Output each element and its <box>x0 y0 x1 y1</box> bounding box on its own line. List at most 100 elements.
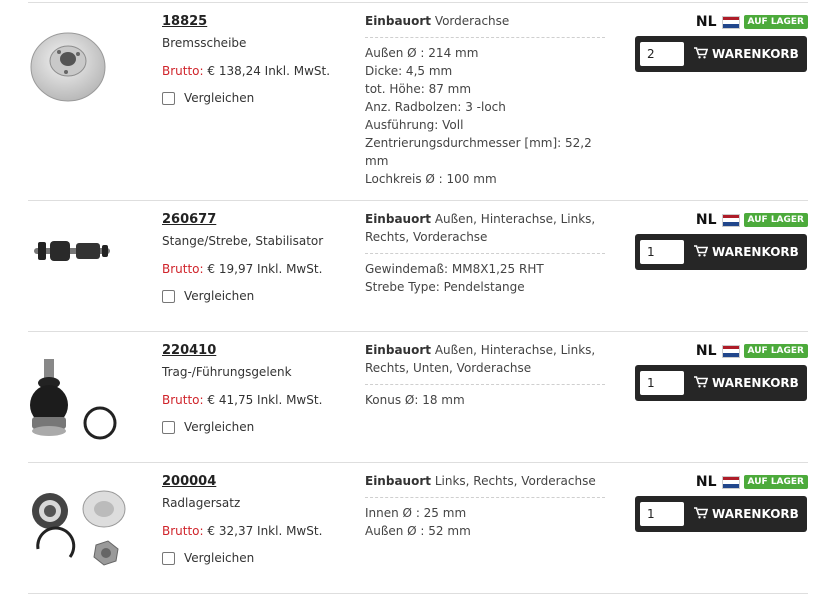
country-code: NL <box>695 343 717 359</box>
add-to-cart-button[interactable]: WARENKORB <box>694 506 799 522</box>
product-image[interactable] <box>32 233 157 277</box>
stock-badge: AUF LAGER <box>743 15 808 29</box>
product-name: Bremsscheibe <box>162 36 247 50</box>
price-value: € 41,75 Inkl. MwSt. <box>207 393 323 407</box>
spec-line: Innen Ø : 25 mm <box>365 506 467 520</box>
stock-info: NL AUF LAGER <box>634 14 808 30</box>
add-to-cart-label: WARENKORB <box>712 507 799 521</box>
stock-info: NL AUF LAGER <box>634 212 808 228</box>
installation-position-label: Einbauort <box>365 343 431 357</box>
compare-checkbox[interactable] <box>162 91 175 105</box>
stabilizer-link-icon <box>32 241 112 277</box>
product-name: Radlagersatz <box>162 496 241 510</box>
shopping-cart-icon <box>694 46 712 62</box>
installation-position-label: Einbauort <box>365 14 431 28</box>
spec-line: Dicke: 4,5 mm <box>365 64 453 78</box>
installation-position-label: Einbauort <box>365 474 431 488</box>
product-row: 220410 Trag-/Führungsgelenk Brutto: € 41… <box>28 331 808 463</box>
add-to-cart-form: WARENKORB <box>635 234 807 270</box>
spec-line: Anz. Radbolzen: 3 -loch <box>365 100 506 114</box>
price-label: Brutto: <box>162 393 204 407</box>
stock-badge: AUF LAGER <box>743 213 808 227</box>
product-name: Stange/Strebe, Stabilisator <box>162 234 324 248</box>
compare-label: Vergleichen <box>184 551 255 565</box>
shopping-cart-icon <box>694 244 712 260</box>
spec-line: Konus Ø: 18 mm <box>365 393 465 407</box>
price: Brutto: € 19,97 Inkl. MwSt. <box>162 261 352 277</box>
price: Brutto: € 138,24 Inkl. MwSt. <box>162 63 352 79</box>
stock-badge: AUF LAGER <box>743 344 808 358</box>
country-code: NL <box>695 474 717 490</box>
add-to-cart-label: WARENKORB <box>712 376 799 390</box>
compare-toggle[interactable]: Vergleichen <box>162 91 352 105</box>
spec-line: tot. Höhe: 87 mm <box>365 82 472 96</box>
divider <box>365 37 605 38</box>
price-label: Brutto: <box>162 262 204 276</box>
quantity-input[interactable] <box>640 502 684 526</box>
compare-checkbox[interactable] <box>162 289 175 303</box>
installation-position-label: Einbauort <box>365 212 431 226</box>
add-to-cart-label: WARENKORB <box>712 47 799 61</box>
spec-line: Gewindemaß: MM8X1,25 RHT <box>365 262 544 276</box>
shopping-cart-icon <box>694 375 712 391</box>
list-bottom-divider <box>28 593 808 594</box>
netherlands-flag-icon <box>721 475 740 489</box>
add-to-cart-form: WARENKORB <box>635 36 807 72</box>
installation-position: Einbauort Außen, Hinterachse, Links, Rec… <box>365 341 605 377</box>
installation-position-value: Vorderachse <box>434 14 510 28</box>
spec-line: Außen Ø : 52 mm <box>365 524 471 538</box>
product-image[interactable] <box>28 483 153 577</box>
product-row: 18825 Bremsscheibe Brutto: € 138,24 Inkl… <box>28 2 808 201</box>
divider <box>365 384 605 385</box>
wheel-bearing-kit-icon <box>28 490 128 577</box>
netherlands-flag-icon <box>721 213 740 227</box>
stock-info: NL AUF LAGER <box>634 474 808 490</box>
product-image[interactable] <box>28 25 153 109</box>
compare-toggle[interactable]: Vergleichen <box>162 420 352 434</box>
stock-info: NL AUF LAGER <box>634 343 808 359</box>
ball-joint-icon <box>28 359 128 451</box>
installation-position: Einbauort Außen, Hinterachse, Links, Rec… <box>365 210 605 246</box>
price: Brutto: € 41,75 Inkl. MwSt. <box>162 392 352 408</box>
product-row: 260677 Stange/Strebe, Stabilisator Brutt… <box>28 200 808 332</box>
price-value: € 32,37 Inkl. MwSt. <box>207 524 323 538</box>
spec-line: Außen Ø : 214 mm <box>365 46 479 60</box>
netherlands-flag-icon <box>721 344 740 358</box>
compare-checkbox[interactable] <box>162 551 175 565</box>
price-label: Brutto: <box>162 524 204 538</box>
add-to-cart-button[interactable]: WARENKORB <box>694 46 799 62</box>
add-to-cart-form: WARENKORB <box>635 365 807 401</box>
article-number-link[interactable]: 260677 <box>162 212 352 228</box>
spec-line: Lochkreis Ø : 100 mm <box>365 172 497 186</box>
article-number-link[interactable]: 220410 <box>162 343 352 359</box>
price-label: Brutto: <box>162 64 204 78</box>
compare-label: Vergleichen <box>184 91 255 105</box>
product-row: 200004 Radlagersatz Brutto: € 32,37 Inkl… <box>28 462 808 594</box>
netherlands-flag-icon <box>721 15 740 29</box>
article-number-link[interactable]: 200004 <box>162 474 352 490</box>
product-image[interactable] <box>28 357 153 451</box>
add-to-cart-form: WARENKORB <box>635 496 807 532</box>
add-to-cart-button[interactable]: WARENKORB <box>694 375 799 391</box>
installation-position: Einbauort Vorderachse <box>365 12 605 30</box>
price: Brutto: € 32,37 Inkl. MwSt. <box>162 523 352 539</box>
spec-line: Ausführung: Voll <box>365 118 464 132</box>
country-code: NL <box>695 14 717 30</box>
price-value: € 19,97 Inkl. MwSt. <box>207 262 323 276</box>
quantity-input[interactable] <box>640 371 684 395</box>
compare-toggle[interactable]: Vergleichen <box>162 289 352 303</box>
shopping-cart-icon <box>694 506 712 522</box>
compare-toggle[interactable]: Vergleichen <box>162 551 352 565</box>
spec-line: Zentrierungsdurchmesser [mm]: 52,2 mm <box>365 136 592 168</box>
article-number-link[interactable]: 18825 <box>162 14 352 30</box>
brake-disc-icon <box>28 32 108 109</box>
product-list: 18825 Bremsscheibe Brutto: € 138,24 Inkl… <box>0 0 822 599</box>
quantity-input[interactable] <box>640 42 684 66</box>
product-name: Trag-/Führungsgelenk <box>162 365 292 379</box>
add-to-cart-button[interactable]: WARENKORB <box>694 244 799 260</box>
compare-checkbox[interactable] <box>162 420 175 434</box>
compare-label: Vergleichen <box>184 289 255 303</box>
quantity-input[interactable] <box>640 240 684 264</box>
divider <box>365 253 605 254</box>
installation-position-value: Links, Rechts, Vorderachse <box>434 474 596 488</box>
